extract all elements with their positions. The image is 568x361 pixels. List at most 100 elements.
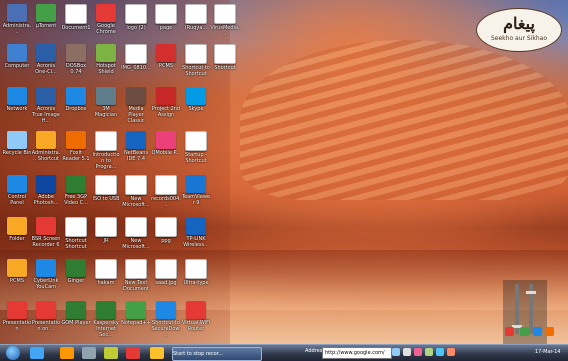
- desktop-icon[interactable]: 3M Magician: [91, 87, 121, 118]
- network-tray-icon[interactable]: [392, 348, 400, 356]
- desktop-icon[interactable]: Google Chrome: [91, 4, 121, 35]
- desktop-icon[interactable]: VirusMedia...: [210, 4, 240, 37]
- desktop-icon[interactable]: TP-LINK Wireless...: [181, 217, 211, 248]
- volume-tray-icon[interactable]: [403, 348, 411, 356]
- media-icon[interactable]: [520, 327, 529, 336]
- desktop-icon[interactable]: Folder: [2, 217, 32, 242]
- start-button[interactable]: [6, 346, 20, 360]
- desktop-icon[interactable]: GOM Player: [61, 301, 91, 326]
- desktop-icon[interactable]: Shortcut to Shortcut: [181, 44, 211, 77]
- desktop-icon[interactable]: New Microsoft...: [121, 175, 151, 208]
- desktop-icon[interactable]: Foxit Reader 5.1: [61, 131, 91, 162]
- desktop-icon[interactable]: Dropbox: [61, 87, 91, 112]
- desktop-icon[interactable]: saad.jpg: [151, 259, 181, 286]
- desktop-icon[interactable]: Administra... Shortcut: [31, 131, 61, 162]
- desktop-icon[interactable]: records004...: [151, 175, 181, 208]
- media-icon: [126, 87, 146, 105]
- app-icon[interactable]: [533, 327, 542, 336]
- desktop-icon-label: Foxit Reader 5.1: [62, 150, 90, 162]
- app-icon[interactable]: [82, 347, 96, 359]
- desktop-icon[interactable]: Computer: [2, 44, 32, 69]
- desktop-icon[interactable]: Document1: [61, 4, 91, 31]
- winamp-icon[interactable]: [505, 327, 514, 336]
- desktop-icon[interactable]: New Microsoft...: [121, 217, 151, 250]
- desktop-icon-label: New Microsoft...: [122, 196, 150, 208]
- desktop-icon[interactable]: New Text Document: [121, 259, 151, 292]
- desktop-icon[interactable]: Acronis One-Cl...: [31, 44, 61, 75]
- desktop-icon-label: Virtual WiFi Router: [181, 320, 211, 332]
- desktop-icon[interactable]: PCMS: [2, 259, 32, 284]
- desktop-icon[interactable]: JR: [91, 217, 121, 244]
- document-icon: [155, 259, 177, 279]
- skype-icon: [186, 87, 206, 105]
- desktop-icon[interactable]: Network: [2, 87, 32, 112]
- slider-knob[interactable]: [526, 291, 536, 294]
- app-tray-icon[interactable]: [425, 348, 433, 356]
- ie-icon[interactable]: [30, 347, 44, 359]
- desktop-icon-label: page: [159, 25, 173, 31]
- magician-icon: [96, 87, 116, 105]
- desktop-icon[interactable]: Hotspot Shield: [91, 44, 121, 75]
- desktop-icon[interactable]: Virtual WiFi Router: [181, 301, 211, 332]
- desktop-icon[interactable]: Administra...: [2, 4, 32, 35]
- desktop-icon[interactable]: Ultra-type: [181, 259, 211, 286]
- desktop-icon[interactable]: Presentation on ...: [31, 301, 61, 332]
- desktop-icon-label: Acronis One-Cl...: [35, 63, 57, 75]
- bsr-icon: [36, 217, 56, 235]
- desktop-icon[interactable]: Media Player Classic: [121, 87, 151, 124]
- app-tray-icon[interactable]: [447, 348, 455, 356]
- chrome-icon[interactable]: [126, 347, 140, 359]
- desktop-icon-label: Computer: [4, 63, 30, 69]
- desktop-icon[interactable]: Project 2nd Assign: [151, 87, 181, 118]
- gom-icon: [66, 301, 86, 319]
- desktop-icon[interactable]: Adobe Photosh...: [31, 175, 61, 206]
- desktop-icon[interactable]: ppg: [151, 217, 181, 244]
- address-input[interactable]: http://www.google.com/: [322, 347, 392, 359]
- tplink-icon: [186, 217, 206, 235]
- media-player-icon[interactable]: [60, 347, 74, 359]
- volume-slider-1[interactable]: [512, 284, 522, 334]
- desktop-icon[interactable]: Startup - Shortcut: [181, 131, 211, 164]
- desktop-icon[interactable]: Notepad++: [121, 301, 151, 326]
- desktop-icon[interactable]: TeamViewer 9: [181, 175, 211, 206]
- desktop-icon[interactable]: Shortcut Shortcut: [61, 217, 91, 250]
- desktop-icon[interactable]: Introduction to Progra...: [91, 131, 121, 170]
- desktop-icon-label: records004...: [151, 196, 181, 208]
- app-icon[interactable]: [104, 347, 118, 359]
- taskbar-active-window[interactable]: Start to stop recor...: [172, 347, 262, 361]
- desktop-icon[interactable]: hakam: [91, 259, 121, 286]
- desktop-icon[interactable]: DOSBox 0.74: [61, 44, 91, 75]
- desktop-icon[interactable]: IMG_0810...: [121, 44, 151, 71]
- desktop-icon[interactable]: Ginger: [61, 259, 91, 284]
- desktop-icon-label: Dropbox: [65, 106, 87, 112]
- desktop-icon[interactable]: Control Panel: [2, 175, 32, 206]
- desktop-icon[interactable]: Skype: [181, 87, 211, 112]
- app-icon[interactable]: [545, 327, 554, 336]
- app-tray-icon[interactable]: [436, 348, 444, 356]
- desktop-icon[interactable]: logo (2): [121, 4, 151, 31]
- explorer-icon[interactable]: [150, 347, 164, 359]
- app-tray-icon[interactable]: [414, 348, 422, 356]
- desktop-icon-label: Presentation: [2, 320, 32, 332]
- desktop-icon-label: JR: [103, 238, 109, 244]
- desktop-icon[interactable]: BSR Screen Recorder 6: [31, 217, 61, 248]
- desktop-icon-label: IMG_0810...: [121, 65, 151, 71]
- desktop-icon-label: ppg: [161, 238, 171, 244]
- desktop-icon[interactable]: Recycle Bin: [2, 131, 32, 156]
- desktop-icon[interactable]: Shortcut to SecureDow...: [151, 301, 181, 338]
- desktop-icon[interactable]: Kaspersky Internet Sec...: [91, 301, 121, 338]
- desktop-icon[interactable]: QMobile P...: [151, 131, 181, 156]
- desktop-icon[interactable]: Shortcut: [210, 44, 240, 71]
- volume-slider-2[interactable]: [526, 284, 536, 334]
- desktop-icon[interactable]: Free 3GP Video C...: [61, 175, 91, 206]
- document-icon: [125, 175, 147, 195]
- desktop-icon[interactable]: NetBeans IDE 7.4: [121, 131, 151, 162]
- desktop-icon[interactable]: page: [151, 4, 181, 31]
- desktop-icon[interactable]: Acronis True Image H...: [31, 87, 61, 124]
- desktop-icon[interactable]: PCMS: [151, 44, 181, 69]
- desktop-icon[interactable]: Presentation: [2, 301, 32, 332]
- desktop-icon[interactable]: (Ruqya...: [181, 4, 211, 31]
- desktop-icon[interactable]: ISO to USB: [91, 175, 121, 202]
- desktop-icon[interactable]: CyberLink YouCam: [31, 259, 61, 290]
- desktop-icon[interactable]: μTorrent: [31, 4, 61, 29]
